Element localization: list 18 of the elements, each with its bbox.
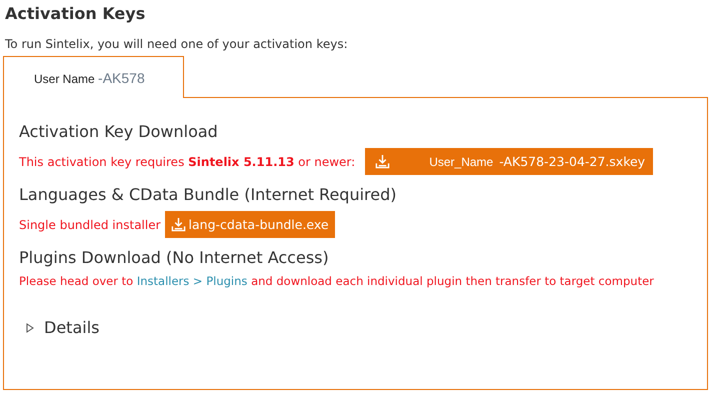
download-button[interactable]: User_Name -AK578-23-04-27.sxkey xyxy=(365,148,654,175)
breadcrumb-link[interactable]: > xyxy=(192,274,203,288)
details-toggle[interactable]: Details xyxy=(44,318,100,337)
breadcrumb-link[interactable]: Installers xyxy=(136,274,190,288)
section-heading: Plugins Download (No Internet Access) xyxy=(19,248,330,268)
page-title: Activation Keys xyxy=(5,3,146,25)
section-heading: Activation Key Download xyxy=(19,122,219,142)
download-icon xyxy=(170,217,186,232)
download-button[interactable]: lang-cdata-bundle.exe xyxy=(164,211,335,238)
section-heading: Languages & CData Bundle (Internet Required) xyxy=(19,185,398,205)
installer-text: Single bundled installer xyxy=(19,218,161,232)
intro-text: To run Sintelix, you will need one of your activation keys: xyxy=(5,36,349,53)
plugins-instructions: Please head over to Installers > Plugins and download each individual plugin then transfer to target computer xyxy=(19,274,655,288)
disclosure-icon[interactable] xyxy=(25,322,34,332)
download-icon xyxy=(375,154,390,169)
user-tab[interactable]: User Name -AK578 xyxy=(3,56,184,98)
requirement-text: This activation key requires Sintelix 5.11.13 or newer: xyxy=(19,154,356,168)
breadcrumb-link[interactable]: Plugins xyxy=(206,274,248,288)
